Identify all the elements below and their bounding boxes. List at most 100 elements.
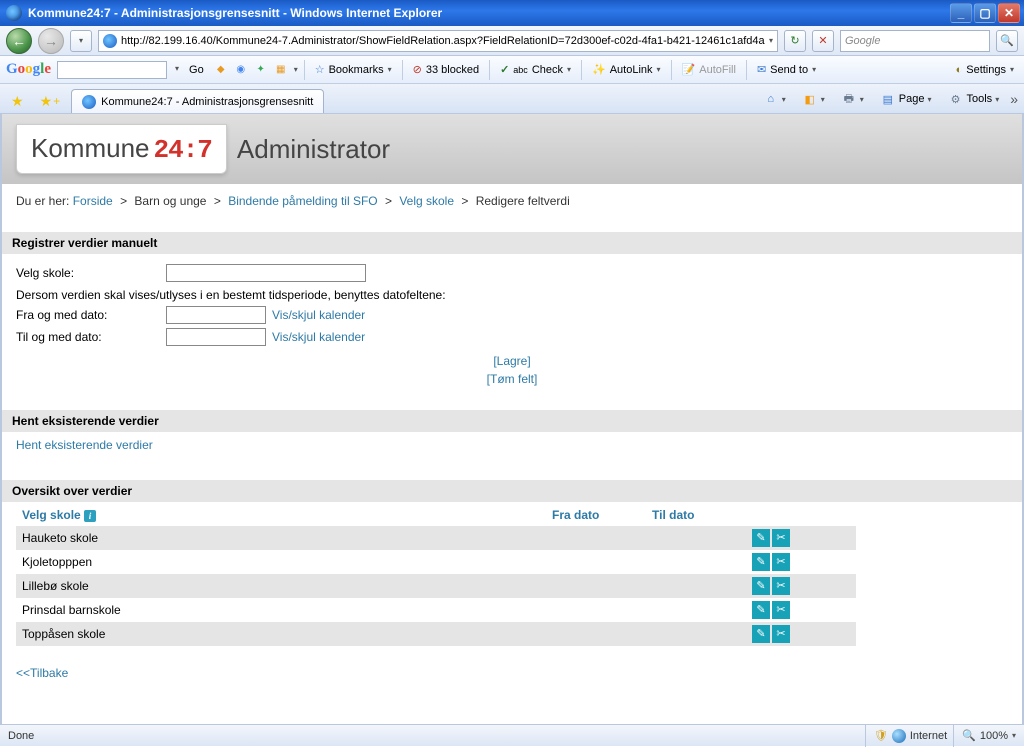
google-toolbar: Google ▾ Go ◆ ◉ ✦ ▦ ▾ ☆Bookmarks▾ ⊘33 bl… [0, 56, 1024, 84]
save-link[interactable]: [Lagre] [493, 352, 530, 370]
sendto-button[interactable]: ✉Send to▾ [753, 63, 820, 76]
col-til-dato[interactable]: Til dato [646, 504, 746, 526]
google-search-input[interactable] [57, 61, 167, 79]
delete-icon[interactable]: ✂ [772, 625, 790, 643]
autolink-button[interactable]: ✨AutoLink ▾ [588, 63, 665, 76]
logo-text-b: 24:7 [154, 135, 212, 165]
fra-dato-label: Fra og med dato: [16, 308, 166, 322]
breadcrumb-sfo[interactable]: Bindende påmelding til SFO [228, 194, 377, 208]
page-menu[interactable]: ▤Page ▾ [875, 88, 937, 110]
search-engine-label: Google [845, 35, 880, 47]
autofill-button[interactable]: 📝AutoFill [678, 63, 740, 76]
edit-icon[interactable]: ✎ [752, 553, 770, 571]
toolbar-icon-2[interactable]: ◉ [234, 63, 248, 77]
delete-icon[interactable]: ✂ [772, 601, 790, 619]
divider [746, 60, 747, 80]
table-row: Hauketo skole✎✂ [16, 526, 856, 550]
toolbar-icon-1[interactable]: ◆ [214, 63, 228, 77]
velg-skole-input[interactable] [166, 264, 366, 282]
row-til [646, 550, 746, 574]
url-input[interactable] [121, 32, 765, 50]
back-button[interactable]: ← [6, 28, 32, 54]
tools-menu[interactable]: ⚙Tools ▾ [943, 88, 1005, 110]
row-fra [546, 526, 646, 550]
stop-button[interactable]: ✕ [812, 30, 834, 52]
zoom-control[interactable]: 🔍 100% ▾ [953, 725, 1016, 747]
bookmarks-button[interactable]: ☆Bookmarks▾ [311, 63, 396, 76]
settings-button[interactable]: ◐Settings▾ [952, 64, 1018, 76]
breadcrumb-forside[interactable]: Forside [73, 194, 113, 208]
til-calendar-toggle[interactable]: Vis/skjul kalender [272, 330, 365, 344]
more-chevron-icon[interactable]: » [1010, 91, 1018, 107]
row-fra [546, 574, 646, 598]
google-logo[interactable]: Google [6, 61, 51, 78]
breadcrumb-prefix: Du er her: [16, 194, 69, 208]
edit-icon[interactable]: ✎ [752, 601, 770, 619]
col-fra-dato[interactable]: Fra dato [546, 504, 646, 526]
delete-icon[interactable]: ✂ [772, 577, 790, 595]
home-button[interactable]: ⌂▾ [758, 88, 791, 110]
close-button[interactable]: ✕ [998, 3, 1020, 23]
breadcrumb-current: Redigere feltverdi [476, 194, 570, 208]
row-til [646, 574, 746, 598]
status-bar: Done 🛡 Internet 🔍 100% ▾ [0, 724, 1024, 746]
feeds-button[interactable]: ◧▾ [797, 88, 830, 110]
favorites-star[interactable]: ★ [6, 89, 29, 113]
section-register-header: Registrer verdier manuelt [2, 232, 1022, 254]
print-button[interactable]: 🖶▾ [836, 88, 869, 110]
refresh-button[interactable]: ↻ [784, 30, 806, 52]
row-fra [546, 550, 646, 574]
toolbar-icon-3[interactable]: ✦ [254, 63, 268, 77]
velg-skole-label: Velg skole: [16, 266, 166, 280]
search-box[interactable]: Google [840, 30, 990, 52]
til-dato-input[interactable] [166, 328, 266, 346]
section-hent-header: Hent eksisterende verdier [2, 410, 1022, 432]
address-bar[interactable]: ▾ [98, 30, 778, 52]
app-header: Kommune 24:7 Administrator [2, 114, 1022, 184]
tab-row: ★ ★+ Kommune24:7 - Administrasjonsgrense… [0, 84, 1024, 114]
ie-nav-bar: ← → ▾ ▾ ↻ ✕ Google 🔍 [0, 26, 1024, 56]
history-dropdown[interactable]: ▾ [70, 30, 92, 52]
delete-icon[interactable]: ✂ [772, 553, 790, 571]
back-link[interactable]: <<Tilbake [16, 666, 68, 680]
col-velg-skole[interactable]: Velg skole i [16, 504, 546, 526]
divider [304, 60, 305, 80]
row-name: Lillebø skole [16, 574, 546, 598]
row-fra [546, 622, 646, 646]
breadcrumb-sep: > [457, 194, 472, 208]
administrator-label: Administrator [237, 134, 390, 165]
google-search-dropdown-icon[interactable]: ▾ [175, 64, 179, 73]
google-go-button[interactable]: Go [185, 64, 208, 76]
forward-button[interactable]: → [38, 28, 64, 54]
page-icon [103, 34, 117, 48]
add-favorite[interactable]: ★+ [35, 89, 66, 113]
minimize-button[interactable]: _ [950, 3, 972, 23]
status-text: Done [8, 730, 34, 742]
divider [671, 60, 672, 80]
breadcrumb-barn: Barn og unge [134, 194, 206, 208]
maximize-button[interactable]: ▢ [974, 3, 996, 23]
security-zone[interactable]: 🛡 Internet [865, 725, 947, 747]
row-fra [546, 598, 646, 622]
hent-eksisterende-link[interactable]: Hent eksisterende verdier [16, 438, 153, 452]
popup-blocked-button[interactable]: ⊘33 blocked [409, 63, 483, 76]
row-name: Prinsdal barnskole [16, 598, 546, 622]
address-dropdown-icon[interactable]: ▾ [769, 36, 773, 45]
fra-dato-input[interactable] [166, 306, 266, 324]
delete-icon[interactable]: ✂ [772, 529, 790, 547]
browser-tab[interactable]: Kommune24:7 - Administrasjonsgrensesnitt [71, 89, 324, 113]
search-button[interactable]: 🔍 [996, 30, 1018, 52]
tab-page-icon [82, 95, 96, 109]
kommune-logo: Kommune 24:7 [16, 124, 227, 174]
info-icon[interactable]: i [84, 510, 96, 522]
clear-link[interactable]: [Tøm felt] [487, 370, 538, 388]
edit-icon[interactable]: ✎ [752, 625, 770, 643]
toolbar-more-icon[interactable]: ▾ [294, 65, 298, 74]
spellcheck-button[interactable]: ✓abc Check ▾ [496, 63, 575, 76]
breadcrumb-velg[interactable]: Velg skole [399, 194, 454, 208]
edit-icon[interactable]: ✎ [752, 529, 770, 547]
toolbar-icon-4[interactable]: ▦ [274, 63, 288, 77]
fra-calendar-toggle[interactable]: Vis/skjul kalender [272, 308, 365, 322]
breadcrumb-sep: > [210, 194, 225, 208]
edit-icon[interactable]: ✎ [752, 577, 770, 595]
